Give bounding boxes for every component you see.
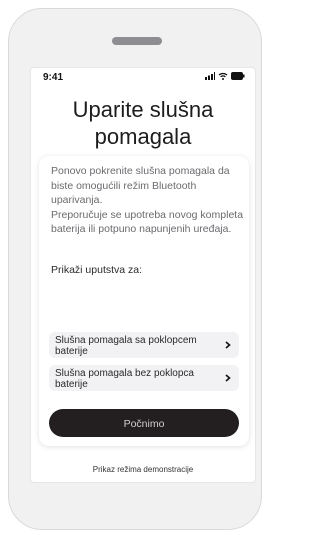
option-label: Slušna pomagala bez poklopca baterije [55, 368, 194, 390]
option-with-battery-door[interactable]: Slušna pomagala sa poklopcem baterije [49, 332, 239, 358]
wifi-icon [218, 72, 228, 80]
chevron-right-icon [225, 374, 231, 382]
battery-icon [231, 72, 245, 80]
phone-speaker [112, 37, 162, 45]
option-without-battery-door[interactable]: Slušna pomagala bez poklopca baterije [49, 365, 239, 391]
signal-icon [205, 72, 215, 80]
status-time: 9:41 [43, 72, 64, 83]
page-title: Uparite slušna pomagala [72, 97, 214, 149]
option-label: Slušna pomagala sa poklopcem baterije [55, 335, 197, 357]
start-button[interactable]: Počnimo [49, 409, 239, 437]
status-icons [205, 72, 245, 80]
status-bar: 9:41 [31, 68, 255, 86]
show-instructions-label: Prikaži uputstva za: [51, 264, 143, 276]
instructions-paragraph-batteries: Preporučuje se upotreba novog kompleta b… [51, 208, 244, 236]
chevron-right-icon [225, 341, 231, 349]
instructions-body: Ponovo pokrenite slušna pomagala da bist… [51, 164, 245, 237]
instructions-card: Ponovo pokrenite slušna pomagala da bist… [39, 156, 249, 446]
demo-mode-link[interactable]: Prikaz režima demonstracije [31, 465, 255, 474]
app-screen: 9:41 Uparite slušna pomagala Ponovo pokr… [30, 67, 256, 483]
instructions-paragraph-restart: Ponovo pokrenite slušna pomagala da bist… [51, 165, 230, 206]
